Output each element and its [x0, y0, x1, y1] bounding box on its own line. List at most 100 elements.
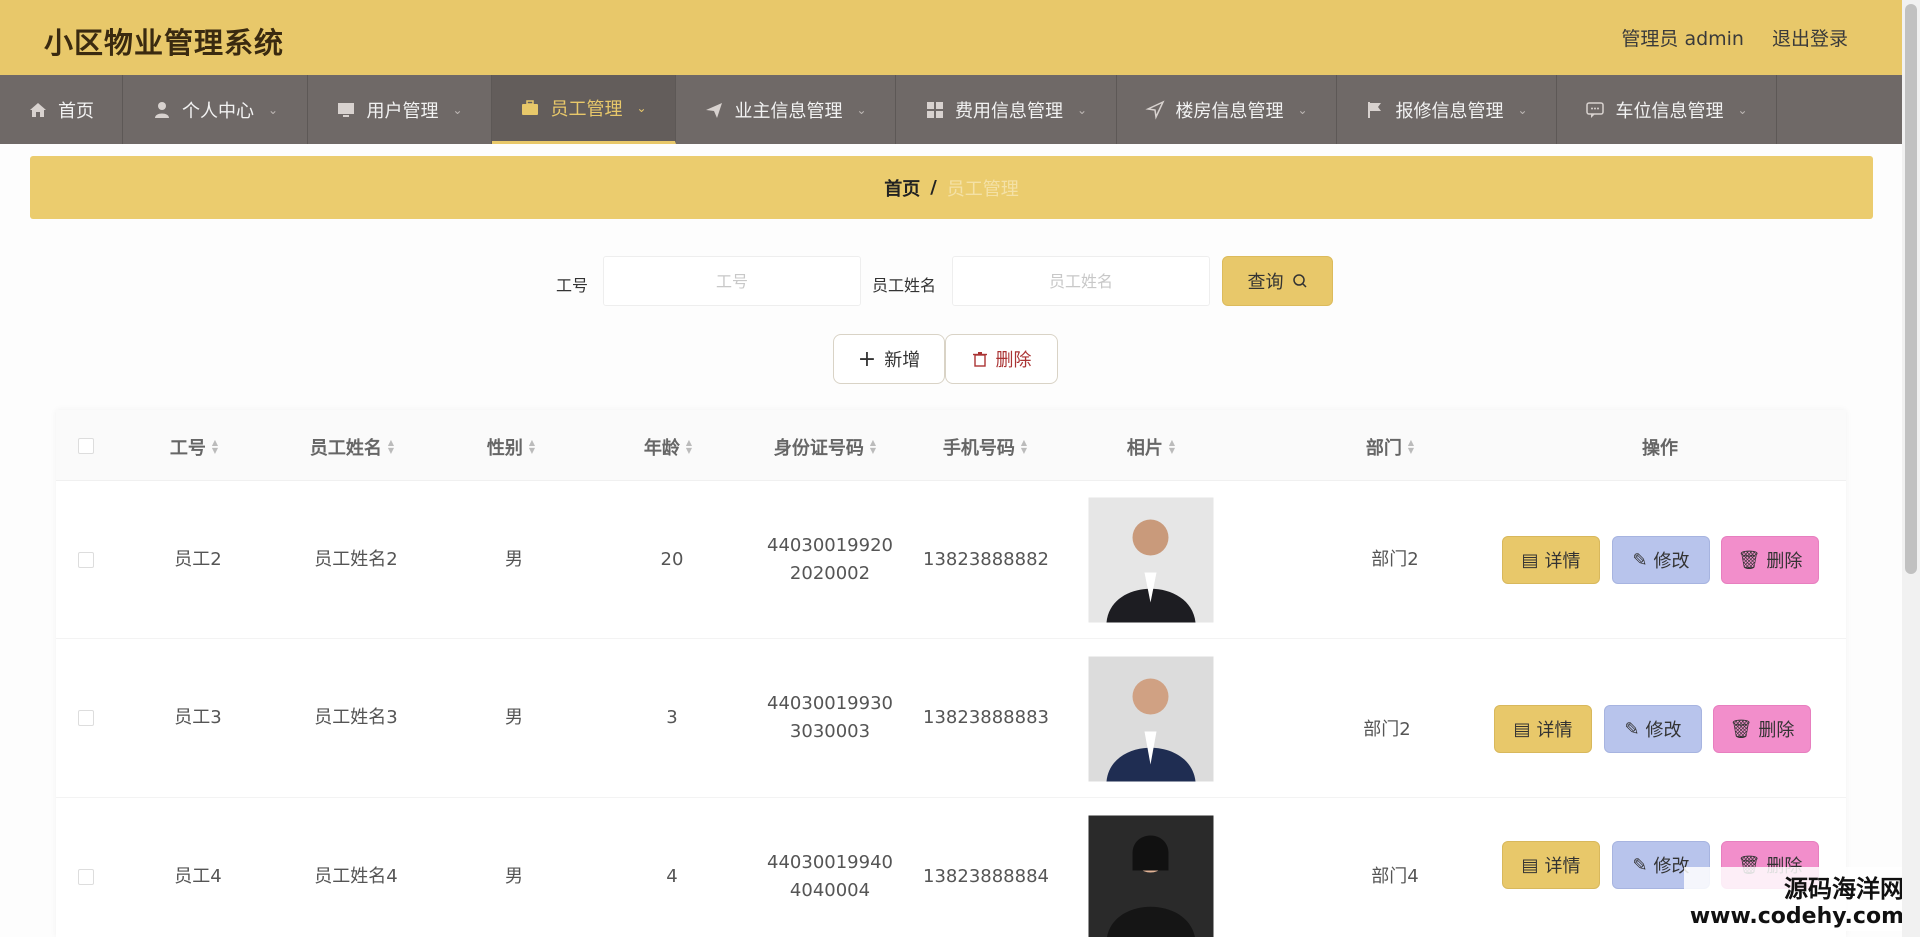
cell-age: 4 [666, 866, 678, 887]
cell-dept: 部门2 [1371, 549, 1419, 570]
cell-dept: 部门4 [1371, 866, 1419, 887]
staff-photo [1088, 815, 1214, 937]
grid-icon [926, 101, 943, 118]
chevron-down-icon: ⌄ [856, 102, 867, 117]
detail-button[interactable]: ▤ 详情 [1502, 841, 1600, 889]
document-icon: ▤ [1513, 718, 1531, 740]
batch-delete-button[interactable]: 删除 [945, 334, 1058, 384]
breadcrumb: 首页 / 员工管理 [30, 156, 1873, 219]
add-label: 新增 [884, 350, 921, 371]
header-user-area: 管理员 admin 退出登录 [1621, 24, 1848, 51]
row-checkbox[interactable] [78, 552, 94, 568]
pencil-icon: ✎ [1624, 718, 1640, 740]
column-header-photo[interactable]: 相片 ▲ ▼ [1127, 434, 1175, 460]
select-all-checkbox[interactable] [78, 438, 94, 454]
paper-plane-icon [706, 102, 723, 118]
row-checkbox[interactable] [78, 710, 94, 726]
edit-button[interactable]: ✎ 修改 [1612, 536, 1710, 584]
query-label: 查询 [1247, 272, 1284, 293]
staff-name-input[interactable] [952, 256, 1210, 306]
column-header-name[interactable]: 员工姓名 ▲ ▼ [310, 434, 394, 460]
nav-label: 费用信息管理 [954, 100, 1063, 122]
admin-user-label: 管理员 admin [1621, 28, 1744, 50]
nav-item-repairs[interactable]: 报修信息管理 ⌄ [1337, 75, 1557, 144]
nav-item-profile[interactable]: 个人中心 ⌄ [123, 75, 308, 144]
cell-gender: 男 [505, 866, 523, 887]
row-checkbox[interactable] [78, 869, 94, 885]
document-icon: ▤ [1521, 549, 1539, 571]
cell-gender: 男 [505, 707, 523, 728]
pencil-icon: ✎ [1632, 549, 1648, 571]
search-bar: 工号 员工姓名 查询 [0, 256, 1920, 306]
sort-icon[interactable]: ▲ ▼ [1408, 439, 1414, 455]
add-button[interactable]: + 新增 [833, 334, 945, 384]
detail-button[interactable]: ▤ 详情 [1494, 705, 1592, 753]
edit-button[interactable]: ✎ 修改 [1604, 705, 1702, 753]
trash-icon: 🗑 [1729, 718, 1753, 740]
sort-icon[interactable]: ▲ ▼ [870, 439, 876, 455]
page-scrollbar[interactable] [1902, 0, 1920, 937]
cell-id: 员工2 [174, 549, 222, 570]
cell-name: 员工姓名2 [314, 549, 398, 570]
app-title: 小区物业管理系统 [44, 26, 285, 60]
cell-gender: 男 [505, 549, 523, 570]
breadcrumb-home[interactable]: 首页 [884, 175, 920, 201]
cell-id: 员工4 [174, 866, 222, 887]
document-icon: ▤ [1521, 854, 1539, 876]
sort-icon[interactable]: ▲ ▼ [686, 439, 692, 455]
cell-idcard: 44030019920 2020002 [767, 535, 893, 584]
staff-id-label: 工号 [556, 276, 589, 295]
top-header: 小区物业管理系统 管理员 admin 退出登录 [0, 0, 1920, 75]
staff-table: 工号 ▲ ▼ 员工姓名 ▲ ▼ 性别 ▲ ▼ 年龄 ▲ ▼ 身份证号码 ▲ ▼ 手机号码 ▲ ▼ 相片 ▲… [56, 410, 1846, 937]
delete-button[interactable]: 🗑删除 [1713, 705, 1811, 753]
briefcase-icon [522, 100, 539, 115]
sort-icon[interactable]: ▲ ▼ [1021, 439, 1027, 455]
watermark-cn: 源码海洋网 [1784, 875, 1904, 903]
main-nav: 首页 个人中心 ⌄ 用户管理 ⌄ 员工管理 ⌄ 业主信息管理 ⌄ 费用信息管理 … [0, 75, 1920, 144]
chevron-down-icon: ⌄ [1297, 102, 1308, 117]
query-button[interactable]: 查询 [1222, 256, 1333, 306]
nav-item-buildings[interactable]: 楼房信息管理 ⌄ [1117, 75, 1337, 144]
column-header-actions: 操作 [1642, 438, 1678, 459]
home-icon [30, 102, 46, 117]
chevron-down-icon: ⌄ [1076, 102, 1088, 117]
sort-icon[interactable]: ▲ ▼ [388, 439, 394, 455]
chevron-down-icon: ⌄ [636, 101, 647, 115]
sort-icon[interactable]: ▲ ▼ [1169, 439, 1175, 455]
staff-id-input[interactable] [603, 256, 861, 306]
column-header-idcard[interactable]: 身份证号码 ▲ ▼ [774, 434, 876, 460]
nav-item-staff[interactable]: 员工管理 ⌄ [492, 75, 676, 144]
cell-age: 3 [666, 707, 678, 728]
column-header-dept[interactable]: 部门 ▲ ▼ [1366, 434, 1414, 460]
navigation-icon [1145, 99, 1166, 120]
nav-item-parking[interactable]: 车位信息管理 ⌄ [1557, 75, 1777, 144]
nav-item-home[interactable]: 首页 [0, 75, 123, 144]
column-header-id[interactable]: 工号 ▲ ▼ [170, 434, 218, 460]
staff-photo [1088, 656, 1214, 782]
cell-name: 员工姓名4 [314, 866, 398, 887]
scroll-thumb[interactable] [1905, 4, 1917, 574]
cell-phone: 13823888882 [923, 549, 1049, 570]
delete-button[interactable]: 🗑删除 [1721, 536, 1819, 584]
cell-id: 员工3 [174, 707, 222, 728]
column-header-age[interactable]: 年龄 ▲ ▼ [644, 434, 692, 460]
nav-item-fees[interactable]: 费用信息管理 ⌄ [896, 75, 1117, 144]
nav-item-users[interactable]: 用户管理 ⌄ [308, 75, 492, 144]
logout-link[interactable]: 退出登录 [1772, 24, 1848, 51]
search-icon [1292, 274, 1307, 288]
detail-button[interactable]: ▤ 详情 [1502, 536, 1600, 584]
watermark-en: www.codehy.com [1689, 904, 1904, 929]
column-header-gender[interactable]: 性别 ▲ ▼ [487, 434, 535, 460]
nav-label: 员工管理 [550, 99, 623, 120]
table-row: 员工2 员工姓名2 男 20 44030019920 2020002 138238… [56, 481, 1846, 639]
sort-icon[interactable]: ▲ ▼ [529, 439, 535, 455]
nav-item-owners[interactable]: 业主信息管理 ⌄ [676, 75, 896, 144]
user-icon [154, 101, 169, 118]
cell-phone: 13823888884 [923, 866, 1049, 887]
cell-name: 员工姓名3 [314, 707, 398, 728]
table-row: 员工3 员工姓名3 男 3 44030019930 3030003 1382388… [56, 640, 1846, 798]
nav-label: 用户管理 [366, 100, 439, 122]
sort-icon[interactable]: ▲ ▼ [212, 439, 218, 455]
column-header-phone[interactable]: 手机号码 ▲ ▼ [943, 434, 1027, 460]
chevron-down-icon: ⌄ [267, 102, 279, 117]
